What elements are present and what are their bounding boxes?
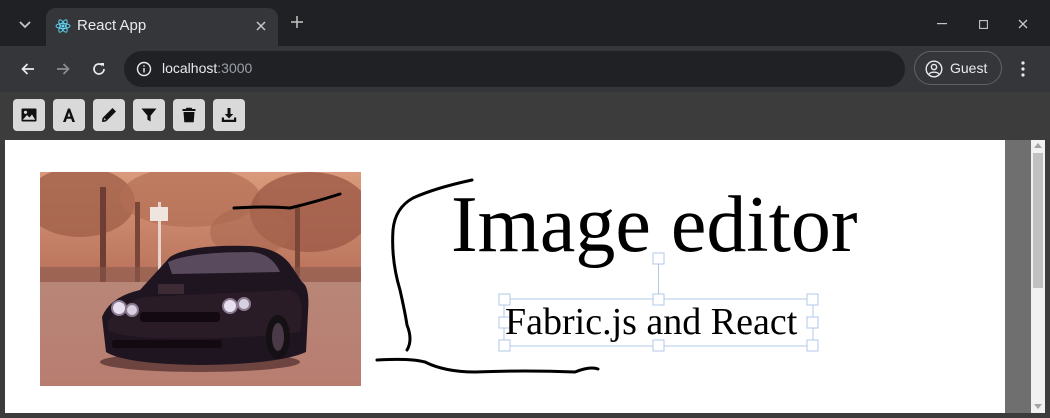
forward-arrow-icon[interactable] xyxy=(51,57,75,81)
subheading-text[interactable]: Fabric.js and React xyxy=(505,298,797,346)
brush-stroke-bottom[interactable] xyxy=(375,357,600,374)
maximize-icon[interactable] xyxy=(971,14,995,34)
trash-icon xyxy=(182,107,196,123)
window-bottom-border xyxy=(0,413,1050,418)
filter-icon xyxy=(141,108,157,122)
filter-button[interactable] xyxy=(133,99,165,131)
editor-toolbar xyxy=(5,92,1045,140)
site-info-icon[interactable] xyxy=(136,61,152,77)
url-text[interactable]: localhost:3000 xyxy=(162,60,252,76)
guest-profile-button[interactable]: Guest xyxy=(914,51,1002,85)
tab-react-app[interactable]: React App xyxy=(46,8,278,46)
add-image-button[interactable] xyxy=(13,99,45,131)
draw-button[interactable] xyxy=(93,99,125,131)
tab-search-icon[interactable] xyxy=(12,12,38,38)
brush-stroke-top[interactable] xyxy=(232,192,342,210)
download-button[interactable] xyxy=(213,99,245,131)
font-icon xyxy=(63,108,75,122)
back-arrow-icon[interactable] xyxy=(16,57,40,81)
add-text-button[interactable] xyxy=(53,99,85,131)
more-vert-icon[interactable] xyxy=(1012,58,1034,80)
tab-strip: React App xyxy=(0,0,1050,46)
navigation-bar: localhost:3000 Guest xyxy=(0,46,1050,92)
editor-canvas[interactable]: Image editor Fabric.js and React xyxy=(5,140,1005,413)
react-logo-icon xyxy=(55,19,71,33)
scrollbar-thumb[interactable] xyxy=(1033,153,1043,288)
new-tab-icon[interactable] xyxy=(287,14,307,34)
scrollbar[interactable] xyxy=(1031,140,1045,413)
scroll-up-icon[interactable] xyxy=(1034,143,1042,148)
scroll-down-icon[interactable] xyxy=(1034,404,1042,409)
headline-text[interactable]: Image editor xyxy=(451,180,857,270)
minimize-icon[interactable] xyxy=(930,14,954,34)
download-icon xyxy=(221,108,237,122)
url-host: localhost xyxy=(162,60,218,76)
tab-close-icon[interactable] xyxy=(252,17,270,35)
scrollbar-area xyxy=(1005,140,1045,413)
address-bar[interactable]: localhost:3000 xyxy=(124,51,905,87)
image-icon xyxy=(21,108,37,122)
close-window-icon[interactable] xyxy=(1011,14,1035,34)
delete-button[interactable] xyxy=(173,99,205,131)
pencil-icon xyxy=(102,108,116,122)
browser-window: React App localhost:3000 Guest Image edi… xyxy=(0,0,1050,418)
person-icon xyxy=(925,60,943,78)
tab-title: React App xyxy=(77,17,147,34)
profile-label: Guest xyxy=(950,60,988,76)
reload-icon[interactable] xyxy=(87,57,111,81)
url-port: :3000 xyxy=(217,60,253,76)
